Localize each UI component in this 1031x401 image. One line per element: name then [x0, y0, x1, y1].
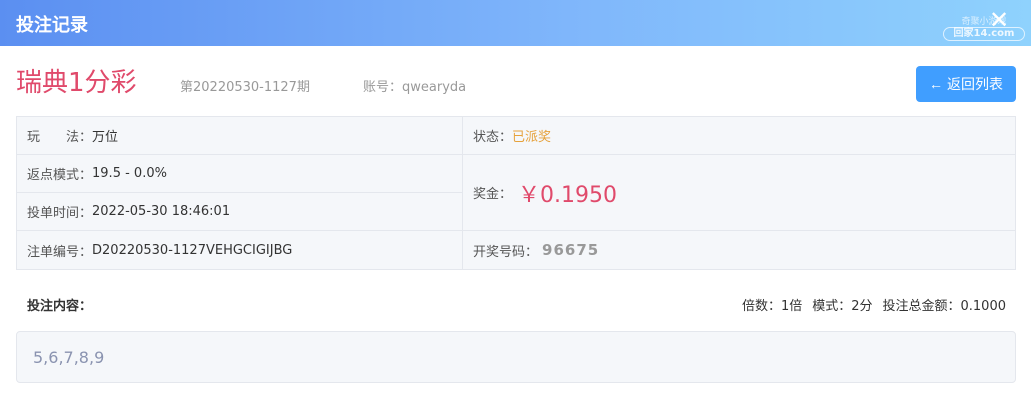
bet-time-value: 2022-05-30 18:46:01 [92, 204, 231, 219]
bet-time-label: 投单时间： [27, 206, 93, 221]
draw-number-value: 96675 [542, 241, 600, 259]
draw-number-label: 开奖号码： [473, 244, 539, 260]
bet-content-label: 投注内容： [27, 299, 93, 314]
rebate-mode-value: 19.5 - 0.0% [92, 166, 167, 181]
status-label: 状态： [473, 130, 513, 145]
bet-info-table: 玩 法： 万位 状态： 已派奖 返点模式： 19.5 - 0.0% 奖金： ￥0.195… [16, 116, 1016, 270]
close-icon[interactable]: ✕ [987, 8, 1011, 32]
back-to-list-button[interactable]: ← 返回列表 [916, 66, 1016, 102]
bet-content-box: 5,6,7,8,9 [16, 331, 1016, 383]
account-info: 账号：qwearyda [363, 76, 466, 95]
arrow-left-icon: ← [929, 76, 943, 92]
bet-time-cell: 投单时间： 2022-05-30 18:46:01 [17, 193, 462, 230]
status-cell: 状态： 已派奖 [463, 117, 1015, 154]
watermark-top-text: 奇聚小游戏 [961, 17, 1007, 27]
account-value: qwearyda [402, 80, 467, 95]
status-badge: 已派奖 [512, 130, 552, 145]
bet-summary: 倍数：1倍 模式：2分 投注总金额：0.1000 [742, 295, 1006, 314]
dialog-title: 投注记录 [16, 15, 88, 36]
rebate-mode-label: 返点模式： [27, 168, 93, 183]
rebate-mode-cell: 返点模式： 19.5 - 0.0% [17, 155, 462, 192]
bet-content-value: 5,6,7,8,9 [33, 347, 105, 367]
dialog-titlebar: 投注记录 奇聚小游戏 回家14.com ✕ [0, 0, 1031, 46]
total-amount-text: 投注总金额：0.1000 [882, 299, 1007, 314]
play-method-value: 万位 [92, 130, 119, 145]
prize-label: 奖金： [473, 187, 513, 202]
watermark-bottom-text: 回家14.com [943, 27, 1025, 41]
game-name: 瑞典1分彩 [16, 68, 137, 98]
back-to-list-label: 返回列表 [947, 76, 1003, 92]
order-number-label: 注单编号： [27, 244, 93, 260]
play-method-cell: 玩 法： 万位 [17, 117, 462, 154]
multiplier-text: 倍数：1倍 [741, 299, 803, 314]
draw-number-cell: 开奖号码： 96675 [463, 231, 1015, 269]
account-label: 账号： [363, 80, 403, 95]
order-number-value: D20220530-1127VEHGCIGIJBG [92, 242, 293, 258]
play-method-label: 玩 法： [27, 130, 93, 145]
watermark-logo: 奇聚小游戏 回家14.com [943, 17, 1025, 43]
mode-text: 模式：2分 [812, 299, 873, 314]
order-number-cell: 注单编号： D20220530-1127VEHGCIGIJBG [17, 231, 462, 269]
prize-amount: ￥0.1950 [518, 182, 617, 208]
prize-cell: 奖金： ￥0.1950 [463, 155, 1015, 230]
period-number: 第20220530-1127期 [180, 80, 310, 95]
